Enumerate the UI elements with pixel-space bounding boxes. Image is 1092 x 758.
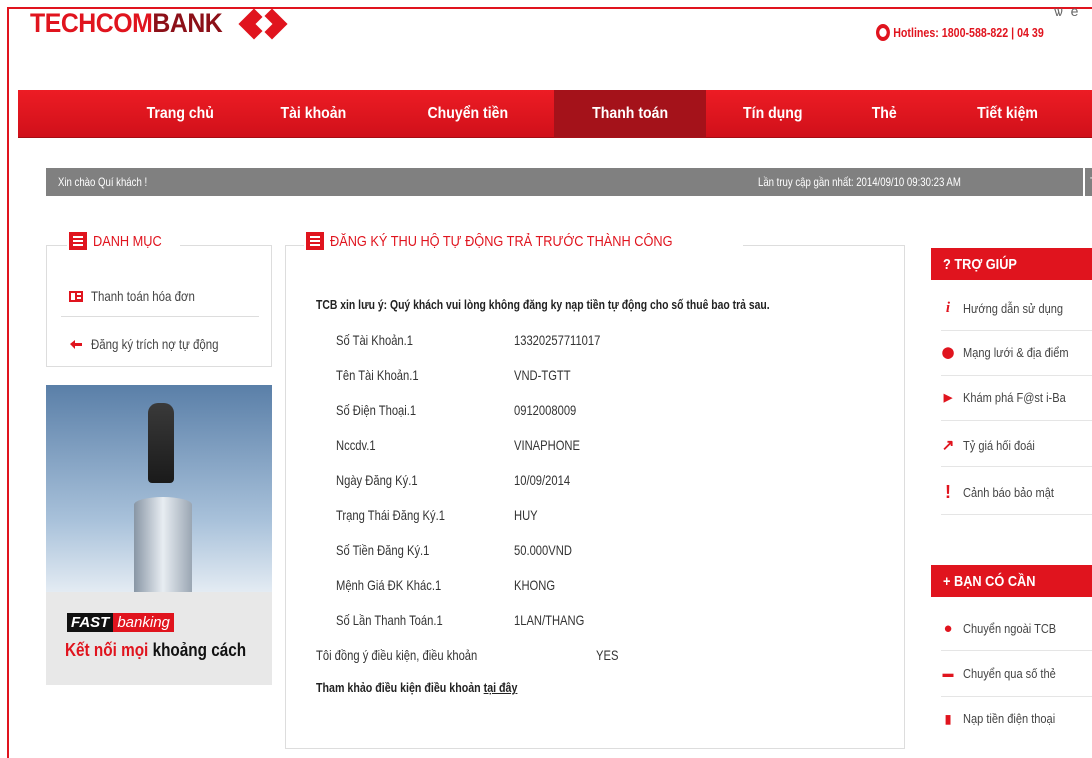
location-pin-icon: ⬤: [941, 347, 955, 359]
category-title: DANH MỤC: [67, 232, 180, 250]
help-section-title: ? TRỢ GIÚP: [931, 248, 1092, 280]
logo-diamond-icon: [237, 7, 291, 40]
help-item-exchange-rate[interactable]: ↗ Tỷ giá hối đoái: [941, 436, 1092, 454]
notice-text: TCB xin lưu ý: Quý khách vui lòng không …: [316, 297, 770, 312]
list-icon: [69, 232, 87, 250]
last-access-text: Lần truy cập gần nhất: 2014/09/10 09:30:…: [758, 175, 961, 189]
need-divider: [941, 696, 1092, 697]
nav-the[interactable]: Thẻ: [854, 90, 914, 138]
category-panel: DANH MỤC Thanh toán hóa đơn Đăng ký tríc…: [46, 232, 272, 367]
nav-tin-dung[interactable]: Tín dụng: [718, 90, 828, 138]
banner-slogan: Kết nối mọi khoảng cách: [65, 640, 247, 660]
sidebar-item-auto-debit[interactable]: Đăng ký trích nợ tự động: [69, 336, 247, 352]
phone-topup-icon: ▮: [944, 711, 952, 726]
nav-trang-chu[interactable]: Trang chủ: [110, 90, 250, 138]
help-item-network-locations[interactable]: ⬤ Mạng lưới & địa điểm: [941, 345, 1092, 360]
help-divider: [941, 330, 1092, 331]
auto-debit-icon: [70, 339, 82, 349]
card-transfer-icon: ▬: [942, 667, 954, 680]
help-divider: [941, 375, 1092, 376]
nav-chuyen-tien[interactable]: Chuyển tiền: [398, 90, 538, 138]
terms-link[interactable]: tại đây: [484, 680, 518, 695]
need-item-phone-topup[interactable]: ▮ Nạp tiền điện thoại: [941, 711, 1092, 726]
fast-banking-banner[interactable]: FAST banking Kết nối mọi khoảng cách: [46, 385, 272, 685]
hotline-text: Hotlines: 1800-588-822 | 04 39: [893, 25, 1044, 40]
info-icon: i: [945, 300, 951, 316]
hotline: Hotlines: 1800-588-822 | 04 39: [876, 24, 1044, 41]
greeting-text: Xin chào Quí khách !: [58, 175, 148, 189]
nav-tai-khoan[interactable]: Tài khoản: [258, 90, 368, 138]
help-divider: [941, 514, 1092, 515]
terms-reference: Tham khảo điều kiện điều khoản tại đây: [316, 680, 518, 695]
fast-banking-logo: FAST banking: [67, 613, 174, 632]
phone-icon: [876, 24, 890, 41]
transfer-out-icon: ●: [943, 620, 953, 637]
help-divider: [941, 420, 1092, 421]
sidebar-item-bill-payment[interactable]: Thanh toán hóa đơn: [69, 288, 218, 304]
need-item-card-transfer[interactable]: ▬ Chuyển qua số thẻ: [941, 666, 1092, 681]
help-divider: [941, 466, 1092, 467]
warning-icon: !: [945, 482, 951, 502]
page-title: ĐĂNG KÝ THU HỘ TỰ ĐỘNG TRẢ TRƯỚC THÀNH C…: [304, 232, 743, 250]
nav-tiet-kiem[interactable]: Tiết kiệm: [948, 90, 1068, 138]
registration-result-panel: ĐĂNG KÝ THU HỘ TỰ ĐỘNG TRẢ TRƯỚC THÀNH C…: [285, 232, 905, 749]
greeting-bar: Xin chào Quí khách ! Lần truy cập gần nh…: [46, 168, 1092, 196]
need-item-transfer-outside[interactable]: ● Chuyển ngoài TCB: [941, 620, 1092, 637]
play-icon: ▶: [943, 392, 953, 404]
list-icon: [306, 232, 324, 250]
banner-bottom: [46, 592, 272, 685]
help-item-user-guide[interactable]: i Hướng dẫn sử dụng: [941, 300, 1092, 317]
need-divider: [941, 650, 1092, 651]
need-section-title: + BẠN CÓ CẦN: [931, 565, 1092, 597]
top-tools-icon[interactable]: ѡ e: [1054, 3, 1080, 19]
techcombank-logo[interactable]: TECHCOMBANK: [30, 7, 291, 40]
main-nav: Trang chủ Tài khoản Chuyển tiền Thanh to…: [18, 90, 1092, 138]
help-item-security-warning[interactable]: ! Cảnh báo bảo mật: [941, 482, 1092, 503]
trend-icon: ↗: [941, 437, 955, 454]
logo-text: TECHCOMBANK: [30, 8, 223, 38]
category-divider: [61, 316, 259, 317]
bill-icon: [69, 290, 83, 302]
nav-thanh-toan[interactable]: Thanh toán: [554, 90, 706, 138]
help-item-explore-fast-ibanking[interactable]: ▶ Khám phá F@st i-Ba: [941, 390, 1092, 405]
banner-person-image: [148, 403, 174, 483]
